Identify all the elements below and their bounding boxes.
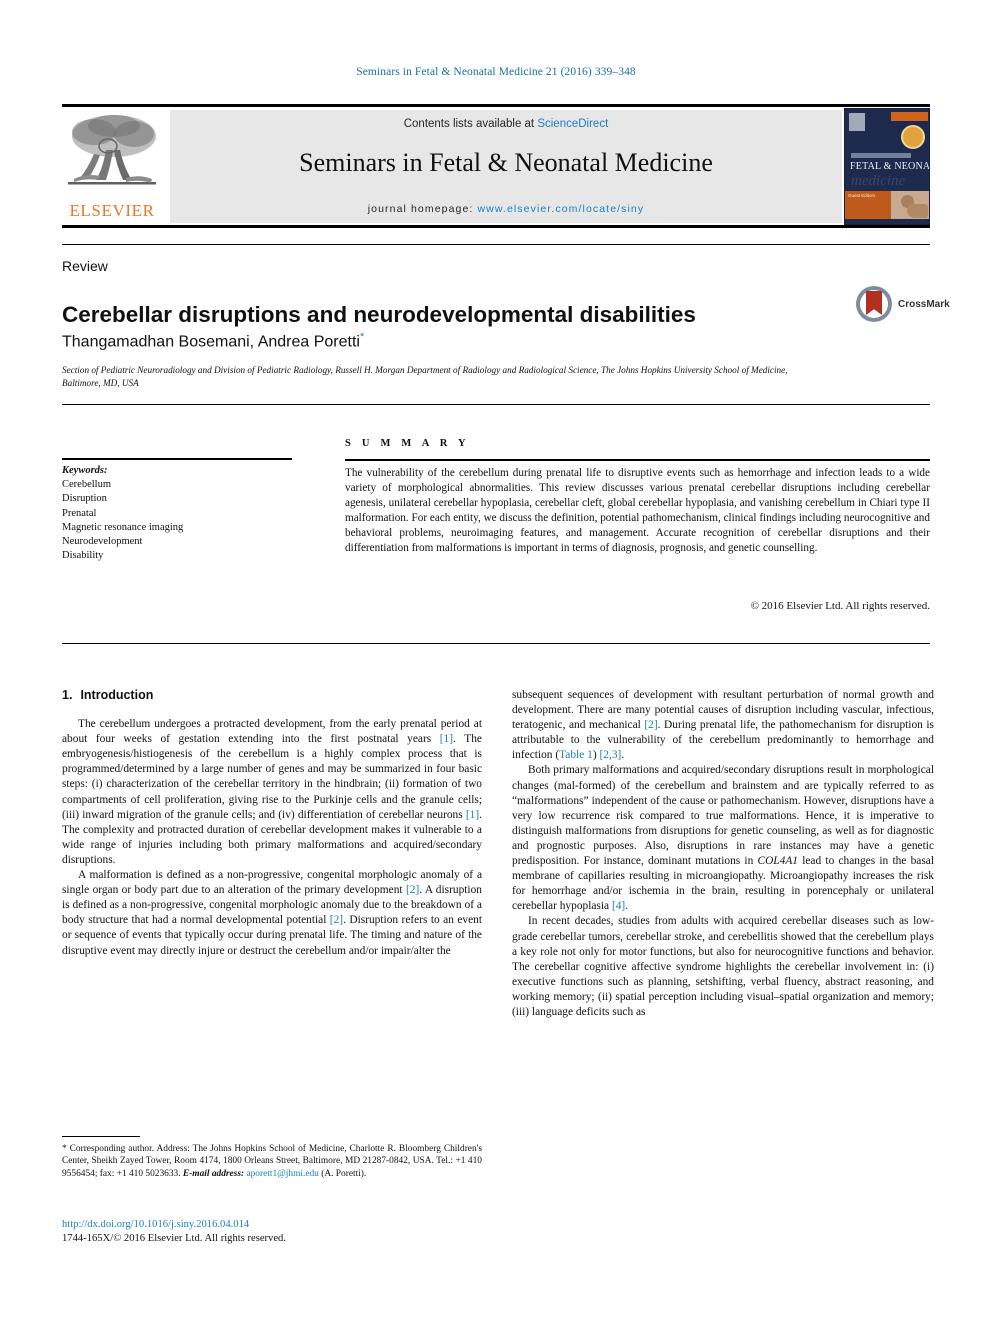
cover-elsevier-mark [849,113,865,131]
body-paragraph: subsequent sequences of development with… [512,689,934,762]
masthead-bottom-rule [62,225,930,228]
journal-band: Contents lists available at ScienceDirec… [170,110,842,223]
citation-link[interactable]: [2] [644,719,657,731]
journal-homepage-line: journal homepage: www.elsevier.com/locat… [170,203,842,215]
article-type-label: Review [62,258,108,274]
header-divider-rule [62,244,930,245]
keyword-item: Prenatal [62,507,97,519]
elsevier-wordmark: ELSEVIER [69,201,155,220]
body-paragraph: In recent decades, studies from adults w… [512,915,934,1018]
keyword-item: Disability [62,550,104,562]
running-head: Seminars in Fetal & Neonatal Medicine 21… [356,66,636,78]
summary-text: The vulnerability of the cerebellum duri… [345,467,930,555]
homepage-prefix: journal homepage: [367,203,478,215]
keyword-item: Disruption [62,493,107,505]
affiliation: Section of Pediatric Neuroradiology and … [62,365,788,388]
contents-prefix: Contents lists available at [403,118,538,130]
keywords-block: Keywords: Cerebellum Disruption Prenatal… [62,464,302,563]
section-number: 1. [62,688,73,702]
abstract-bottom-rule [62,643,930,644]
keywords-rule [62,458,292,460]
body-paragraph: A malformation is defined as a non-progr… [62,869,482,957]
citation-link[interactable]: [1] [466,809,479,821]
cover-main-title: FETAL & NEONATAL [850,161,930,172]
issn-copyright-line: 1744-165X/© 2016 Elsevier Ltd. All right… [62,1233,287,1244]
body-paragraph: Both primary malformations and acquired/… [512,764,934,913]
keyword-item: Magnetic resonance imaging [62,521,184,533]
cover-top-banner [891,112,928,121]
masthead-top-rule [62,104,930,107]
body-paragraph: The cerebellum undergoes a protracted de… [62,718,482,866]
citation-link[interactable]: [2,3] [599,749,621,761]
crossmark-badge[interactable]: CrossMark [856,286,950,326]
doi-link[interactable]: http://dx.doi.org/10.1016/j.siny.2016.04… [62,1218,482,1232]
corresponding-author-marker: * [359,331,365,343]
right-column-paragraphs: subsequent sequences of development with… [512,688,934,1020]
journal-cover-thumbnail: FETAL & NEONATAL medicine Guest Editors [844,108,930,225]
email-link[interactable]: aporett1@jhmi.edu [246,1169,318,1179]
doi-and-issn-block: http://dx.doi.org/10.1016/j.siny.2016.04… [62,1218,482,1246]
elsevier-tree-icon [68,115,156,185]
cover-small-title-bar [851,153,911,158]
journal-title: Seminars in Fetal & Neonatal Medicine [299,148,713,177]
body-column-left: 1. Introduction The cerebellum undergoes … [62,688,482,959]
keywords-heading: Keywords: [62,465,108,476]
cover-photo-infant-body [907,204,928,218]
page-title: Cerebellar disruptions and neurodevelopm… [62,302,696,328]
citation-link[interactable]: Table 1 [559,749,593,761]
keyword-item: Cerebellum [62,479,111,491]
keyword-item: Neurodevelopment [62,536,143,548]
citation-link[interactable]: [2] [330,914,343,926]
abstract-top-rule [62,404,930,405]
elsevier-logo: ELSEVIER [62,110,162,223]
corresponding-author-footnote: * Corresponding author. Address: The Joh… [62,1143,482,1180]
email-owner: (A. Poretti). [318,1168,367,1179]
section-title: Introduction [80,688,154,702]
crossmark-label: CrossMark [898,299,950,310]
contents-available-line: Contents lists available at ScienceDirec… [170,118,842,130]
citation-link[interactable]: [1] [440,733,453,745]
journal-homepage-link[interactable]: www.elsevier.com/locate/siny [477,203,644,215]
emphasis-text: COL4A1 [757,855,798,868]
journal-masthead: ELSEVIER Contents lists available at Sci… [62,104,930,228]
section-heading-introduction: 1. Introduction [62,688,482,703]
summary-copyright: © 2016 Elsevier Ltd. All rights reserved… [750,600,930,612]
citation-link[interactable]: [4] [612,900,625,912]
email-label: E-mail address: [182,1168,245,1179]
body-column-right: subsequent sequences of development with… [512,688,934,1020]
author-list: Thangamadhan Bosemani, Andrea Poretti* [62,331,802,351]
article-page: Seminars in Fetal & Neonatal Medicine 21… [0,0,992,1323]
cover-guest-editors-label: Guest Editors [848,193,876,198]
cover-seal-icon [901,125,925,149]
citation-link[interactable]: [2] [406,884,419,896]
left-column-paragraphs: The cerebellum undergoes a protracted de… [62,717,482,959]
cover-script-title: medicine [851,173,906,189]
summary-heading: S U M M A R Y [345,438,470,449]
author-names: Thangamadhan Bosemani, Andrea Poretti [62,333,360,351]
summary-rule [345,459,930,461]
sciencedirect-link[interactable]: ScienceDirect [537,118,608,130]
footnote-divider-rule [62,1136,140,1137]
